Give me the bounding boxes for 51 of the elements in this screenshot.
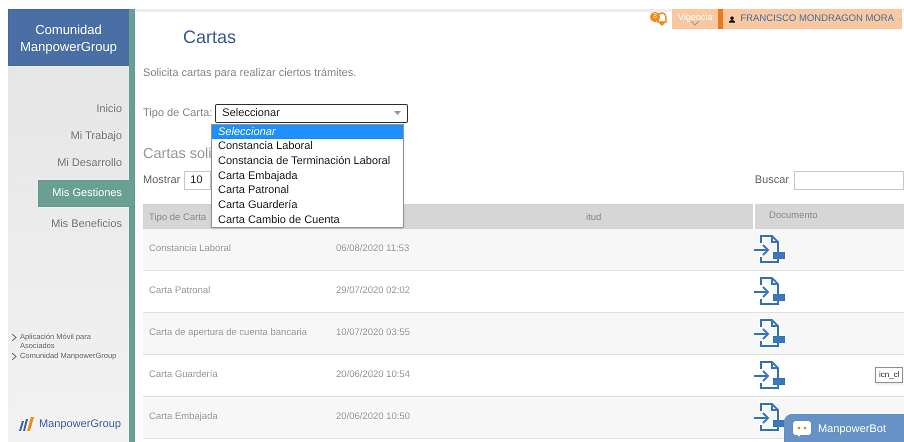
chevron-right-icon [12, 334, 17, 340]
letter-type-select[interactable]: Seleccionar [215, 104, 408, 122]
column-header: Tipo de Carta [149, 212, 206, 223]
table-cell-text: Carta de apertura de cuenta bancaria [149, 326, 308, 340]
table-cell-text: 20/06/2020 10:54 [336, 368, 411, 382]
nav-item[interactable]: Inicio [96, 99, 129, 119]
pdf-download-icon[interactable] [753, 360, 787, 390]
table-cell-text: Carta Guardería [149, 368, 219, 382]
site-title[interactable]: Comunidad ManpowerGroup [18, 20, 118, 54]
dropdown-option[interactable]: Carta Guardería [212, 198, 403, 213]
table-cell-text: 29/07/2020 02:02 [336, 284, 411, 298]
chatbot-button[interactable]: ManpowerBot [784, 414, 904, 442]
logo-icon [17, 416, 35, 431]
dropdown-option[interactable]: Carta Cambio de Cuenta [212, 212, 403, 228]
table-cell-text: Constancia Laboral [149, 242, 232, 256]
table-cell-text: Carta Embajada [149, 410, 219, 424]
user-name[interactable]: FRANCISCO MONDRAGON MORA [740, 12, 894, 26]
bell-icon[interactable] [655, 12, 669, 26]
pdf-download-icon[interactable] [753, 402, 787, 432]
dropdown-option[interactable]: Constancia de Terminación Laboral [212, 154, 403, 169]
nav-item[interactable]: Mis Beneficios [51, 214, 129, 234]
dropdown-option[interactable]: Carta Embajada [212, 168, 403, 184]
table-cell-text: 20/06/2020 10:50 [336, 410, 411, 424]
table-cell-text: 10/07/2020 03:55 [336, 326, 411, 340]
logo-text: ManpowerGroup [39, 416, 121, 432]
chevron-right-icon [12, 352, 17, 360]
nav-item[interactable]: Mi Desarrollo [57, 153, 129, 173]
search-field[interactable] [794, 170, 904, 190]
page-size-select[interactable]: 10 [184, 170, 212, 190]
nav-item[interactable]: Mis Gestiones [38, 180, 129, 207]
accent-block [718, 9, 724, 29]
pdf-download-icon[interactable] [753, 276, 787, 306]
table-cell-text: 06/08/2020 11:53 [336, 242, 410, 256]
pdf-download-icon[interactable] [753, 318, 787, 348]
dropdown-option[interactable]: Carta Patronal [212, 183, 403, 198]
field-label: Buscar [754, 172, 789, 188]
section-title: Cartas soli [143, 144, 212, 162]
tooltip: icn_cl [875, 367, 904, 383]
caret-icon [394, 111, 402, 115]
page-title: Cartas [183, 26, 238, 49]
page-description: Solicita cartas para realizar ciertos trámites. [143, 66, 358, 81]
column-header: Documento [769, 208, 818, 223]
chat-icon [792, 420, 812, 438]
table-cell-text: Carta Patronal [149, 284, 212, 298]
pdf-download-icon[interactable] [753, 234, 787, 264]
column-header: itud [586, 212, 602, 223]
field-label: Mostrar [143, 172, 180, 188]
nav-item[interactable]: Mi Trabajo [70, 126, 129, 146]
field-label: Tipo de Carta: [143, 106, 212, 121]
dropdown-option[interactable]: Seleccionar [212, 124, 403, 140]
dropdown-option[interactable]: Constancia Laboral [212, 139, 403, 154]
